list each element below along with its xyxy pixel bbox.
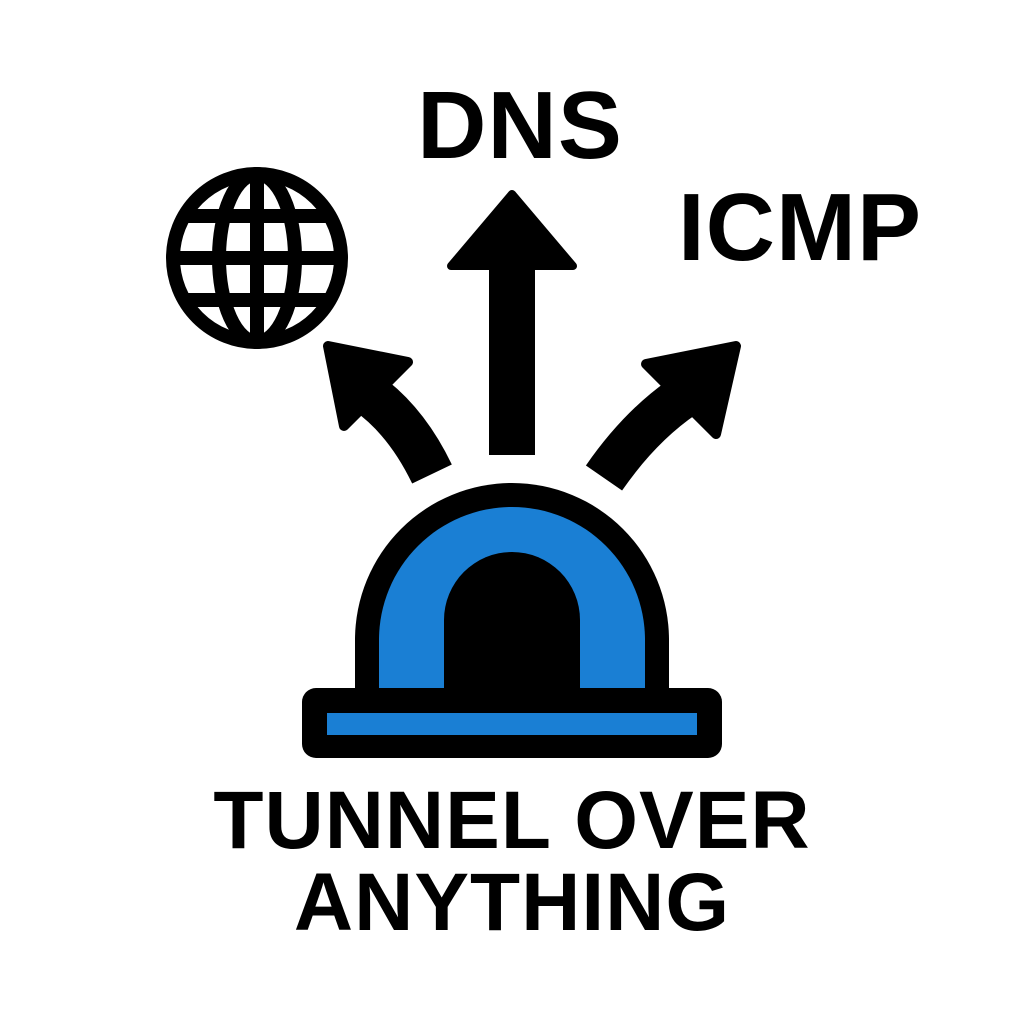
caption-line-2: ANYTHING bbox=[293, 857, 731, 948]
icmp-label: ICMP bbox=[678, 174, 922, 281]
tunnel-opening bbox=[444, 552, 580, 700]
dns-label: DNS bbox=[417, 72, 623, 179]
caption: TUNNEL OVER ANYTHING bbox=[0, 780, 1024, 944]
globe-icon bbox=[166, 167, 348, 349]
arrow-up-left-icon bbox=[323, 341, 452, 484]
caption-line-1: TUNNEL OVER bbox=[213, 775, 811, 866]
tunnel-icon bbox=[302, 483, 722, 758]
tunnel-base bbox=[327, 713, 697, 735]
logo-canvas: DNS ICMP TUNNEL OVER ANYTHING bbox=[0, 0, 1024, 1024]
arrow-up-right-icon bbox=[585, 341, 741, 491]
arrow-up-icon bbox=[447, 190, 577, 455]
